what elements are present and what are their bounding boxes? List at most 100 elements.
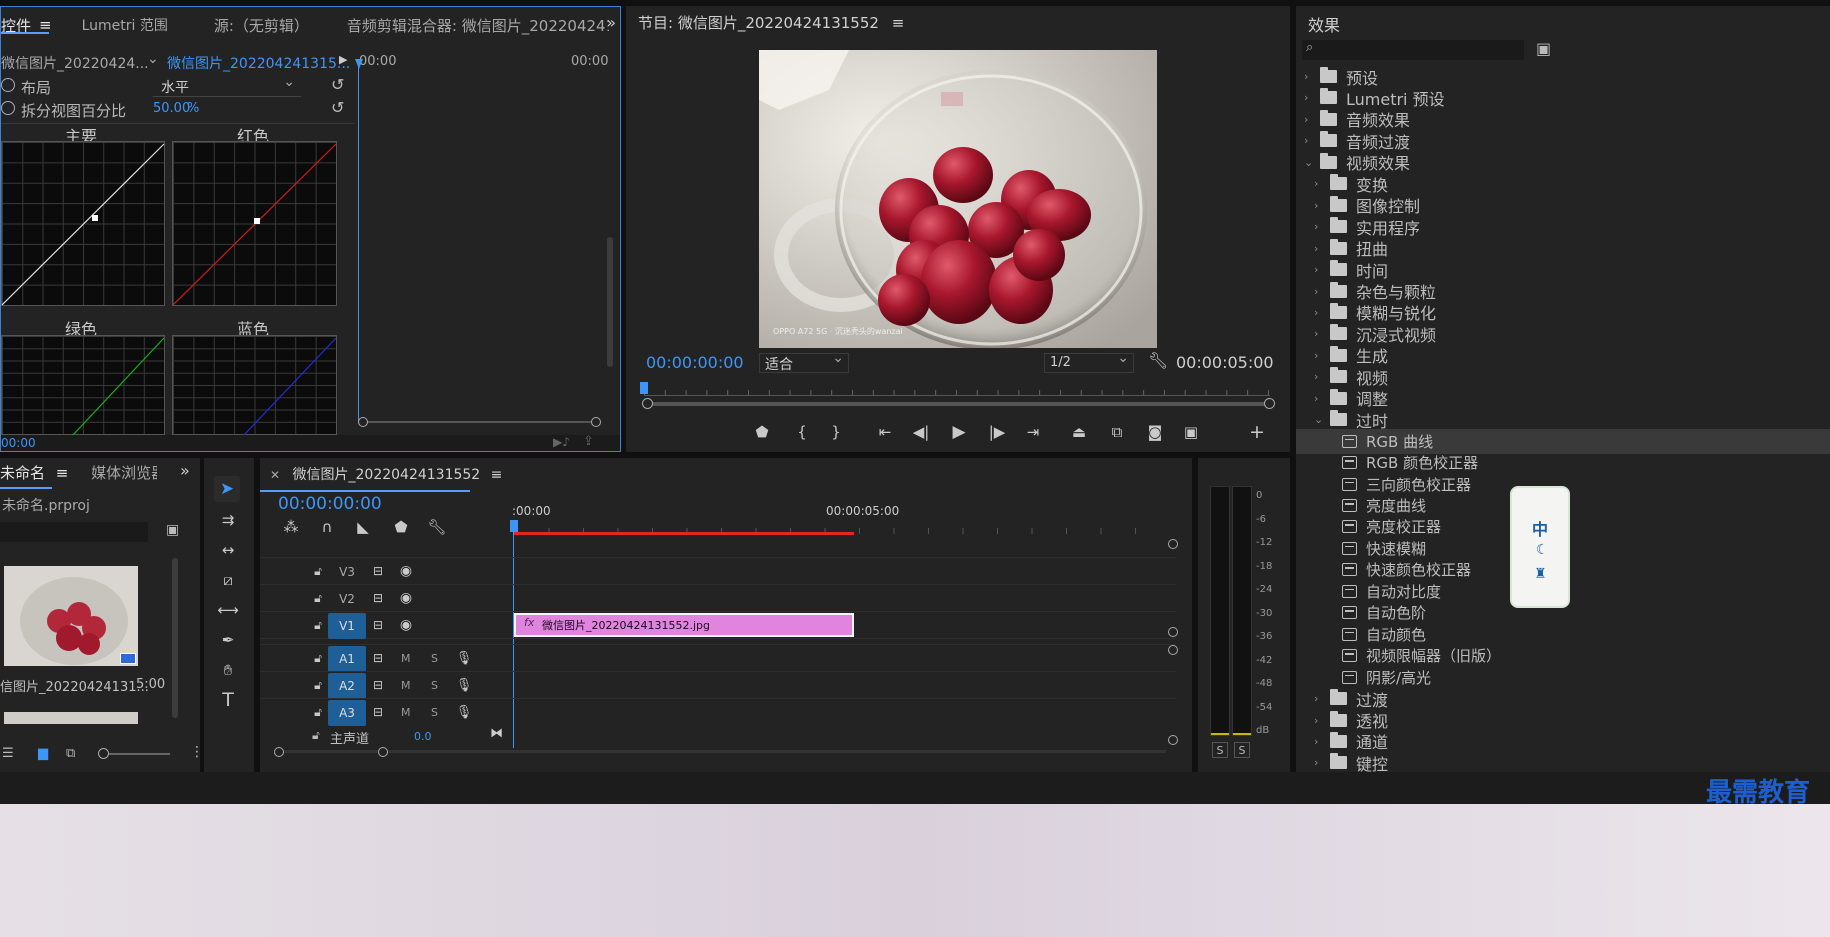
new-bin-icon[interactable]: ▣	[166, 522, 179, 538]
project-clip-thumbnail-2[interactable]	[4, 712, 138, 724]
timeline-zoom-bar[interactable]	[278, 750, 1166, 753]
master-value[interactable]: 0.0	[414, 730, 432, 743]
track-select-tool-icon[interactable]: ⇉	[216, 508, 240, 532]
microphone-icon[interactable]: 🎙︎	[454, 647, 474, 669]
add-marker-icon[interactable]: ⬟	[752, 422, 772, 442]
lock-icon[interactable]: 🔓︎	[310, 647, 326, 669]
stopwatch-icon[interactable]	[1, 101, 15, 115]
curves-scrollbar[interactable]	[607, 237, 613, 367]
mark-out-icon[interactable]: }	[826, 422, 846, 442]
track-target-v3[interactable]: V3	[328, 559, 366, 585]
v-scroll-handle[interactable]	[1168, 627, 1178, 637]
ec-zoom-handle-left[interactable]	[358, 417, 368, 427]
eye-icon[interactable]: ◉	[396, 614, 416, 636]
type-tool-icon[interactable]: T	[216, 688, 240, 712]
project-clip-name[interactable]: 信图片_20220424131...	[0, 676, 149, 695]
green-curve-graph[interactable]	[1, 335, 165, 436]
chevron-right-icon[interactable]: ›	[1304, 91, 1320, 104]
ec-zoom-bar[interactable]	[363, 421, 595, 423]
razor-tool-icon[interactable]: ⧄	[216, 568, 240, 592]
timeline-playhead-marker[interactable]	[510, 520, 518, 532]
add-marker-icon[interactable]: ⬟	[390, 516, 412, 538]
chevron-down-icon[interactable]: ⌄	[1314, 413, 1330, 426]
wrench-icon[interactable]: 🔧︎	[426, 516, 448, 538]
chevron-right-icon[interactable]: ›	[1304, 134, 1320, 147]
more-icon[interactable]: ⋮	[190, 744, 200, 760]
nest-icon[interactable]: ⁂	[280, 516, 302, 538]
lock-icon[interactable]: 🔓︎	[310, 614, 326, 636]
linked-selection-icon[interactable]: ◣	[352, 516, 374, 538]
pen-tool-icon[interactable]: ✒	[216, 628, 240, 652]
panel-menu-icon[interactable]: ≡	[56, 464, 69, 482]
ec-zoom-handle-right[interactable]	[591, 417, 601, 427]
floating-ime-widget[interactable]: 中 ☾ ♜	[1510, 486, 1570, 608]
go-to-in-icon[interactable]: ⇤	[874, 422, 896, 442]
freeform-view-icon[interactable]: ⧉	[66, 746, 75, 761]
project-scrollbar[interactable]	[172, 558, 178, 718]
lock-icon[interactable]: 🔓︎	[310, 674, 326, 696]
tab-controls[interactable]: 控件 ≡	[1, 15, 52, 36]
v-scroll-handle[interactable]	[1168, 539, 1178, 549]
sync-lock-icon[interactable]: ⊟	[368, 674, 388, 696]
microphone-icon[interactable]: 🎙︎	[454, 701, 474, 723]
work-area-bar[interactable]	[514, 532, 854, 535]
chevron-right-icon[interactable]: ›	[1314, 756, 1330, 769]
zoom-slider[interactable]	[104, 753, 170, 755]
play-icon[interactable]: ▶	[948, 422, 970, 442]
extract-icon[interactable]: ⧉	[1104, 422, 1130, 442]
track-target-a3[interactable]: A3	[328, 700, 366, 726]
list-view-icon[interactable]: ☰	[2, 746, 14, 761]
sync-lock-icon[interactable]: ⊟	[368, 614, 388, 636]
zoom-handle-right[interactable]	[378, 747, 388, 757]
hand-tool-icon[interactable]: ✋︎	[216, 658, 240, 682]
chevron-right-icon[interactable]: ›	[1314, 199, 1330, 212]
reset-icon[interactable]: ↺	[331, 98, 344, 117]
tab-project[interactable]: 未命名	[0, 464, 45, 482]
sync-lock-icon[interactable]: ⊟	[368, 701, 388, 723]
program-timecode[interactable]: 00:00:00:00	[646, 353, 744, 372]
selection-tool-icon[interactable]: ➤	[214, 476, 240, 502]
layout-dropdown[interactable]: 水平 ⌄	[153, 74, 301, 97]
fit-dropdown[interactable]: 适合 ⌄	[759, 350, 849, 373]
mute-button[interactable]: M	[401, 679, 411, 692]
project-clip-thumbnail[interactable]	[4, 566, 138, 666]
go-to-out-icon[interactable]: ⇥	[1022, 422, 1044, 442]
chevron-right-icon[interactable]: ›	[1304, 113, 1320, 126]
eye-icon[interactable]: ◉	[396, 560, 416, 582]
step-forward-icon[interactable]: |▶	[986, 422, 1008, 442]
filter-icon[interactable]: ▶♪	[553, 435, 570, 449]
lock-icon[interactable]: 🔓︎	[312, 728, 320, 743]
chevron-down-icon[interactable]: ⌄	[1304, 156, 1320, 169]
solo-left-button[interactable]: S	[1212, 742, 1228, 758]
lock-icon[interactable]: 🔓︎	[310, 560, 326, 582]
tab-audio-clip-mixer[interactable]: 音频剪辑混合器: 微信图片_2022042413155	[347, 15, 609, 36]
play-only-icon[interactable]: ▶	[339, 53, 347, 66]
panel-menu-icon[interactable]: ≡	[491, 467, 503, 483]
solo-button[interactable]: S	[431, 706, 438, 719]
chevron-right-icon[interactable]: ›	[1304, 70, 1320, 83]
solo-button[interactable]: S	[431, 679, 438, 692]
program-ruler[interactable]	[644, 384, 1270, 396]
mute-button[interactable]: M	[401, 706, 411, 719]
zoom-handle-right[interactable]	[1264, 398, 1275, 409]
source-clip-label[interactable]: 微信图片_20220424...	[1, 53, 149, 73]
lock-icon[interactable]: 🔓︎	[310, 587, 326, 609]
snap-icon[interactable]: ∩	[316, 516, 338, 538]
sync-lock-icon[interactable]: ⊟	[368, 587, 388, 609]
sequence-title[interactable]: 微信图片_20220424131552	[293, 467, 481, 483]
chevron-right-icon[interactable]: ›	[1314, 285, 1330, 298]
compare-view-icon[interactable]: ▣	[1180, 422, 1202, 442]
solo-right-button[interactable]: S	[1234, 742, 1250, 758]
effects-tree-item[interactable]: › 键控	[1296, 750, 1830, 772]
timeline-clip-v1[interactable]: fx 微信图片_20220424131552.jpg	[514, 613, 854, 637]
blue-curve-graph[interactable]	[172, 335, 337, 436]
effects-search-input[interactable]	[1322, 40, 1520, 60]
slip-tool-icon[interactable]: ⟷	[216, 598, 240, 622]
red-curve-graph[interactable]	[172, 141, 337, 306]
more-panels-icon[interactable]: »	[606, 13, 616, 32]
mark-in-icon[interactable]: {	[792, 422, 812, 442]
wrench-icon[interactable]: 🔧︎	[1148, 351, 1168, 370]
lift-icon[interactable]: ⏏	[1068, 422, 1090, 442]
new-bin-icon[interactable]: ▣	[1536, 39, 1551, 58]
go-to-end-icon[interactable]: ⧓	[490, 726, 503, 741]
